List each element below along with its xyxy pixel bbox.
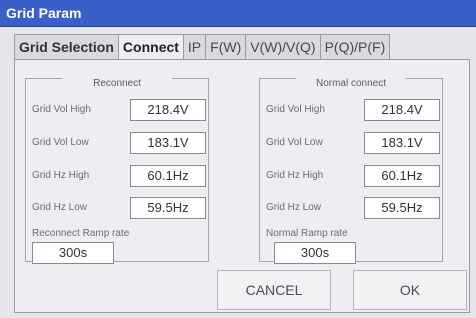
window-title: Grid Param xyxy=(6,5,82,21)
tab-vw-vq[interactable]: V(W)/V(Q) xyxy=(245,34,321,59)
tab-fw[interactable]: F(W) xyxy=(205,34,247,59)
reconnect-vol-low-field[interactable]: 183.1V xyxy=(130,132,206,154)
normal-ramp-field[interactable]: 300s xyxy=(274,242,356,264)
reconnect-vol-low-row: Grid Vol Low 183.1V xyxy=(32,132,206,154)
reconnect-hz-high-row: Grid Hz High 60.1Hz xyxy=(32,165,206,187)
normal-vol-low-row: Grid Vol Low 183.1V xyxy=(266,132,440,154)
normal-hz-high-row: Grid Hz High 60.1Hz xyxy=(266,165,440,187)
grid-param-dialog: Grid Param Grid Selection Connect IP F(W… xyxy=(0,0,476,318)
normal-hz-low-field[interactable]: 59.5Hz xyxy=(364,197,440,219)
normal-hz-high-label: Grid Hz High xyxy=(266,170,324,181)
tab-connect[interactable]: Connect xyxy=(117,34,184,60)
normal-vol-low-field[interactable]: 183.1V xyxy=(364,132,440,154)
normal-vol-low-label: Grid Vol Low xyxy=(266,137,323,148)
reconnect-vol-low-label: Grid Vol Low xyxy=(32,137,89,148)
reconnect-vol-high-label: Grid Vol High xyxy=(32,104,91,115)
tab-ip[interactable]: IP xyxy=(182,34,207,59)
tab-grid-selection[interactable]: Grid Selection xyxy=(14,34,119,59)
normal-hz-low-label: Grid Hz Low xyxy=(266,202,322,213)
reconnect-ramp-label: Reconnect Ramp rate xyxy=(32,228,130,239)
reconnect-vol-high-field[interactable]: 218.4V xyxy=(130,99,206,121)
reconnect-vol-high-row: Grid Vol High 218.4V xyxy=(32,99,206,121)
normal-connect-group-title: Normal connect xyxy=(296,78,406,89)
tab-bar: Grid Selection Connect IP F(W) V(W)/V(Q)… xyxy=(14,34,391,60)
connect-panel: Reconnect Grid Vol High 218.4V Grid Vol … xyxy=(14,59,470,313)
normal-hz-high-field[interactable]: 60.1Hz xyxy=(364,165,440,187)
reconnect-hz-high-label: Grid Hz High xyxy=(32,170,90,181)
reconnect-group-title: Reconnect xyxy=(62,78,172,89)
normal-vol-high-label: Grid Vol High xyxy=(266,104,325,115)
title-bar: Grid Param xyxy=(0,0,476,27)
reconnect-hz-low-field[interactable]: 59.5Hz xyxy=(130,197,206,219)
ok-button[interactable]: OK xyxy=(353,270,467,310)
normal-vol-high-field[interactable]: 218.4V xyxy=(364,99,440,121)
normal-ramp-label: Normal Ramp rate xyxy=(266,228,348,239)
reconnect-group: Reconnect Grid Vol High 218.4V Grid Vol … xyxy=(25,78,209,264)
normal-hz-low-row: Grid Hz Low 59.5Hz xyxy=(266,197,440,219)
reconnect-hz-low-label: Grid Hz Low xyxy=(32,202,88,213)
reconnect-hz-high-field[interactable]: 60.1Hz xyxy=(130,165,206,187)
normal-connect-group: Normal connect Grid Vol High 218.4V Grid… xyxy=(259,78,443,264)
reconnect-hz-low-row: Grid Hz Low 59.5Hz xyxy=(32,197,206,219)
normal-vol-high-row: Grid Vol High 218.4V xyxy=(266,99,440,121)
reconnect-ramp-field[interactable]: 300s xyxy=(32,242,114,264)
tab-pq-pf[interactable]: P(Q)/P(F) xyxy=(319,34,391,59)
cancel-button[interactable]: CANCEL xyxy=(217,270,331,310)
